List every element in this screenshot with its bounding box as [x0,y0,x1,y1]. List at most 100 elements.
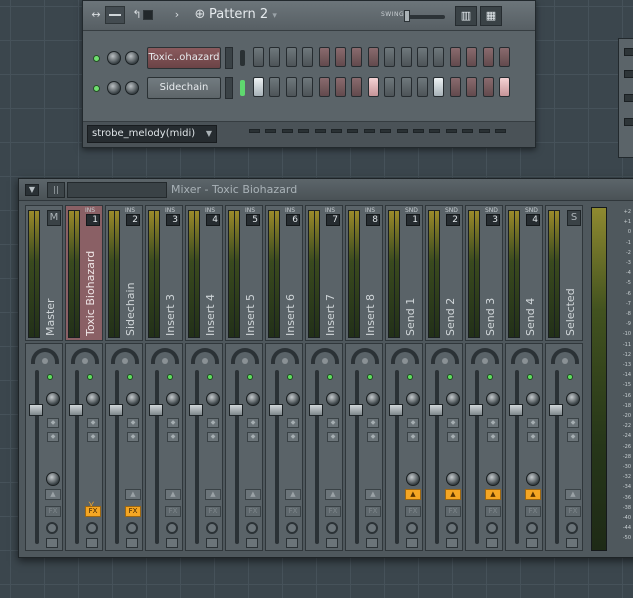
swap-channels-icon[interactable]: ◆ [47,418,59,428]
route-button[interactable]: ▲ [205,489,221,500]
step-button[interactable] [302,47,314,67]
step-scroll-segment[interactable] [265,129,277,133]
step-button[interactable] [253,77,264,97]
strip-header[interactable]: SND 2 Send 2 [425,205,463,341]
step-button[interactable] [253,47,264,67]
volume-fader-track[interactable] [115,370,119,544]
pattern-selector[interactable]: Pattern 2 ▾ [209,6,277,24]
strip-header[interactable]: INS 1 Toxic Biohazard [65,205,103,341]
strip-header[interactable]: SND 3 Send 3 [465,205,503,341]
record-arm-icon[interactable] [46,522,58,534]
step-button[interactable] [482,77,494,97]
arrow-right-icon[interactable]: › [173,7,181,23]
swap-channels-icon[interactable]: ◆ [567,418,579,428]
step-button[interactable] [417,47,428,67]
step-scroll-segment[interactable] [429,129,441,133]
strip-enable-led[interactable] [167,374,173,380]
polarity-icon[interactable]: ◆ [247,432,259,442]
record-arm-icon[interactable] [246,522,258,534]
strip-enable-led[interactable] [527,374,533,380]
midi-filter-select[interactable]: strobe_melody(midi) ▼ [87,125,217,143]
step-scroll-segment[interactable] [347,129,359,133]
polarity-icon[interactable]: ◆ [487,432,499,442]
undo-icon[interactable]: ↰ [131,7,143,23]
step-scroll-segment[interactable] [396,129,408,133]
strip-enable-led[interactable] [87,374,93,380]
swap-channels-icon[interactable]: ◆ [247,418,259,428]
step-scroll-segment[interactable] [249,129,260,133]
channel-target-slider[interactable] [225,77,233,99]
mixer-strip[interactable]: SND 2 Send 2 ◆ ◆ ▲ FX [425,205,463,551]
polarity-icon[interactable]: ◆ [207,432,219,442]
send-level-knob[interactable] [446,472,460,486]
strip-header[interactable]: INS 8 Insert 8 [345,205,383,341]
volume-fader-track[interactable] [75,370,79,544]
strip-header[interactable]: S Selected [545,205,583,341]
step-scroll-segment[interactable] [314,129,326,133]
volume-fader-track[interactable] [355,370,359,544]
disk-record-icon[interactable] [46,538,58,548]
polarity-icon[interactable]: ◆ [127,432,139,442]
route-button[interactable]: ▲ [525,489,541,500]
step-button[interactable] [400,77,412,97]
swap-channels-icon[interactable]: ◆ [167,418,179,428]
channel-pan-knob[interactable] [107,51,121,65]
step-button[interactable] [384,77,396,97]
step-button[interactable] [482,47,494,67]
side-control[interactable] [624,118,633,126]
stereo-separation-knob[interactable] [566,392,580,406]
stereo-separation-knob[interactable] [46,392,60,406]
polarity-icon[interactable]: ◆ [527,432,539,442]
volume-fader-handle[interactable] [229,404,243,416]
volume-fader-track[interactable] [155,370,159,544]
step-button[interactable] [351,47,363,67]
step-button[interactable] [384,47,396,67]
step-scroll-segment[interactable] [478,129,490,133]
strip-enable-led[interactable] [447,374,453,380]
resize-arrows-icon[interactable]: ↔ [89,7,103,23]
fx-slot-button[interactable]: FX [525,506,541,517]
swing-slider-handle[interactable] [404,10,410,22]
swap-channels-icon[interactable]: ◆ [87,418,99,428]
route-button[interactable]: ▲ [445,489,461,500]
volume-fader-track[interactable] [435,370,439,544]
step-scroll-segment[interactable] [380,129,392,133]
stereo-separation-knob[interactable] [286,392,300,406]
step-button[interactable] [351,77,363,97]
stereo-separation-knob[interactable] [86,392,100,406]
fx-slot-button[interactable]: FX [85,506,101,517]
step-scroll-segment[interactable] [462,129,474,133]
disk-record-icon[interactable] [446,538,458,548]
step-button[interactable] [302,77,314,97]
step-scroll-segment[interactable] [495,129,506,133]
strip-enable-led[interactable] [287,374,293,380]
strip-header[interactable]: M Master [25,205,63,341]
strip-enable-led[interactable] [567,374,573,380]
swap-channels-icon[interactable]: ◆ [127,418,139,428]
stereo-separation-knob[interactable] [126,392,140,406]
mixer-menu-icon[interactable]: ▼ [25,184,39,196]
swap-channels-icon[interactable]: ◆ [487,418,499,428]
strip-enable-led[interactable] [327,374,333,380]
stereo-separation-knob[interactable] [246,392,260,406]
volume-fader-handle[interactable] [69,404,83,416]
strip-enable-led[interactable] [407,374,413,380]
step-button[interactable] [499,47,510,67]
step-button[interactable] [466,77,478,97]
mixer-strip[interactable]: INS 5 Insert 5 ◆ ◆ ▲ FX [225,205,263,551]
step-button[interactable] [335,47,346,67]
step-button[interactable] [466,47,478,67]
strip-header[interactable]: SND 4 Send 4 [505,205,543,341]
fx-slot-button[interactable]: FX [485,506,501,517]
stereo-separation-knob[interactable] [406,392,420,406]
volume-fader-handle[interactable] [29,404,43,416]
swap-channels-icon[interactable]: ◆ [407,418,419,428]
mixer-strip[interactable]: M Master ◆ ◆ ▲ FX [25,205,63,551]
record-arm-icon[interactable] [126,522,138,534]
step-scroll-segment[interactable] [281,129,293,133]
route-button[interactable]: ▲ [45,489,61,500]
route-button[interactable]: ▲ [565,489,581,500]
step-button[interactable] [285,77,297,97]
fx-slot-button[interactable]: FX [365,506,381,517]
step-scroll-segment[interactable] [445,129,457,133]
